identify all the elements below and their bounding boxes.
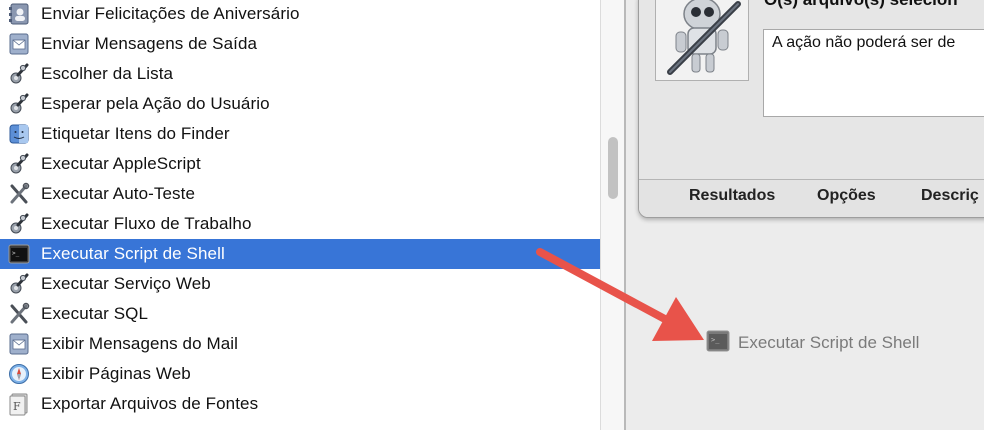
automator-gear-icon (7, 152, 31, 176)
svg-text:F: F (13, 400, 21, 413)
list-item-label: Enviar Felicitações de Aniversário (41, 4, 300, 23)
list-item[interactable]: Executar Serviço Web (0, 269, 600, 299)
mail-icon (7, 332, 31, 356)
automator-gear-icon (7, 62, 31, 86)
terminal-icon: >_ (706, 330, 730, 357)
list-item-label: Esperar pela Ação do Usuário (41, 94, 270, 113)
list-item[interactable]: Executar AppleScript (0, 149, 600, 179)
finder-icon (7, 122, 31, 146)
list-item-label: Exportar Arquivos de Fontes (41, 394, 259, 413)
mail-icon (7, 32, 31, 56)
action-card-title: O(s) arquivo(s) selecion (764, 0, 984, 15)
action-card[interactable]: O(s) arquivo(s) selecion A ação não pode… (638, 0, 984, 218)
list-item-label: Executar Auto-Teste (41, 184, 196, 203)
list-item[interactable]: Etiquetar Itens do Finder (0, 119, 600, 149)
list-item[interactable]: Enviar Mensagens de Saída (0, 29, 600, 59)
list-item[interactable]: Enviar Felicitações de Aniversário (0, 0, 600, 29)
list-item-label: Executar Script de Shell (41, 244, 225, 263)
automator-gear-icon (7, 212, 31, 236)
list-item[interactable]: Esperar pela Ação do Usuário (0, 89, 600, 119)
list-item-label: Executar Fluxo de Trabalho (41, 214, 252, 233)
svg-text:>_: >_ (711, 336, 720, 344)
list-item-label: Etiquetar Itens do Finder (41, 124, 230, 143)
address-book-icon (7, 2, 31, 26)
list-item[interactable]: Exibir Mensagens do Mail (0, 329, 600, 359)
terminal-icon: >_ (7, 242, 31, 266)
tab-options[interactable]: Opções (817, 187, 876, 205)
tools-icon (7, 302, 31, 326)
list-item-label: Executar Serviço Web (41, 274, 211, 293)
dragged-action[interactable]: >_ Executar Script de Shell (706, 330, 920, 357)
list-item-label: Executar SQL (41, 304, 149, 323)
list-item[interactable]: Escolher da Lista (0, 59, 600, 89)
tab-description[interactable]: Descriç (921, 187, 979, 205)
list-item[interactable]: Exibir Páginas Web (0, 359, 600, 389)
list-item-label: Enviar Mensagens de Saída (41, 34, 258, 53)
action-card-tabs: Resultados Opções Descriç (639, 179, 984, 217)
action-description: A ação não poderá ser de (763, 29, 984, 117)
tab-results[interactable]: Resultados (689, 187, 775, 205)
scrollbar-thumb[interactable] (608, 137, 618, 199)
list-item-label: Executar AppleScript (41, 154, 201, 173)
automator-robot-icon (655, 0, 749, 81)
safari-icon (7, 362, 31, 386)
list-item-label: Escolher da Lista (41, 64, 174, 83)
list-item[interactable]: Executar Fluxo de Trabalho (0, 209, 600, 239)
font-book-icon: F (7, 392, 31, 416)
list-item[interactable]: Executar SQL (0, 299, 600, 329)
list-item[interactable]: Executar Auto-Teste (0, 179, 600, 209)
svg-text:>_: >_ (12, 250, 20, 257)
automator-gear-icon (7, 92, 31, 116)
automator-gear-icon (7, 272, 31, 296)
action-list: Enviar Felicitações de Aniversário Enviar… (0, 0, 600, 430)
tools-icon (7, 182, 31, 206)
list-item[interactable]: >_ Executar Script de Shell (0, 239, 600, 269)
list-item-label: Exibir Mensagens do Mail (41, 334, 239, 353)
dragged-action-label: Executar Script de Shell (738, 333, 920, 352)
workflow-pane: O(s) arquivo(s) selecion A ação não pode… (626, 0, 984, 430)
scrollbar[interactable] (600, 0, 624, 430)
list-item-label: Exibir Páginas Web (41, 364, 191, 383)
list-item[interactable]: F Exportar Arquivos de Fontes (0, 389, 600, 419)
